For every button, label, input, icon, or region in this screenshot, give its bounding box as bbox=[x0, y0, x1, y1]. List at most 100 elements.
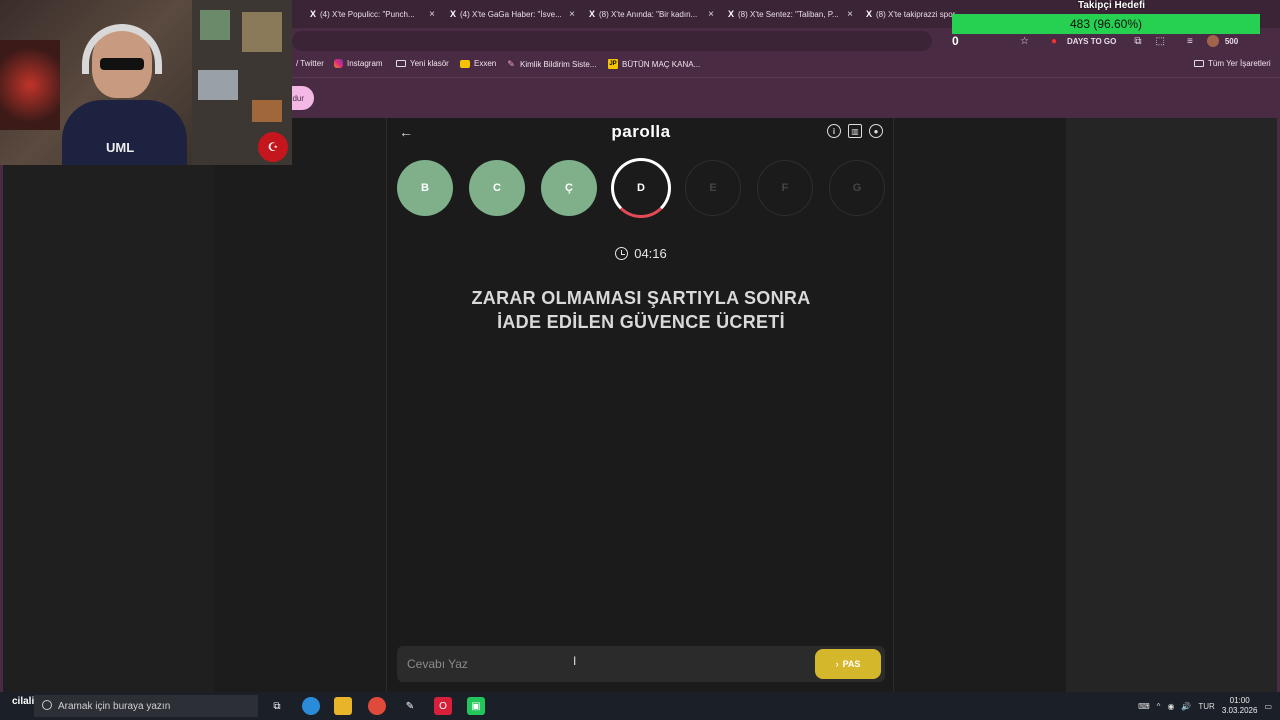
question-text: ZARAR OLMAMASI ŞARTIYLA SONRA İADE EDİLE… bbox=[427, 286, 855, 334]
answer-bar: I › PAS bbox=[397, 646, 885, 682]
person-shirt bbox=[62, 100, 187, 165]
system-tray: ⌨ ^ ◉ 🔊 TUR 01:00 3.03.2026 ▭ bbox=[1138, 692, 1280, 720]
jp-icon: JP bbox=[608, 59, 618, 69]
close-icon[interactable]: × bbox=[844, 9, 856, 20]
star-icon[interactable]: ☆ bbox=[1020, 36, 1029, 47]
clock-icon bbox=[615, 247, 629, 260]
bookmark-label: Instagram bbox=[347, 59, 383, 68]
extension-counter: 500 bbox=[1224, 36, 1239, 46]
exxen-icon bbox=[460, 59, 470, 68]
user-icon[interactable]: ● bbox=[869, 124, 883, 138]
network-icon[interactable]: ◉ bbox=[1167, 702, 1174, 711]
bookmark-mac[interactable]: JP BÜTÜN MAÇ KANA... bbox=[608, 59, 700, 69]
search-placeholder: Aramak için buraya yazın bbox=[58, 700, 171, 712]
bookmark-all[interactable]: Tüm Yer İşaretleri bbox=[1194, 59, 1271, 68]
extension-red-icon[interactable]: ● bbox=[1051, 36, 1057, 47]
bookmark-label: Tüm Yer İşaretleri bbox=[1208, 59, 1271, 68]
bookmark-label: BÜTÜN MAÇ KANA... bbox=[622, 59, 701, 69]
letter-circle: C bbox=[469, 160, 525, 216]
letter-circle: F bbox=[757, 160, 813, 216]
x-logo-icon: X bbox=[865, 9, 872, 19]
x-logo-icon: X bbox=[449, 9, 456, 19]
info-icon[interactable]: i bbox=[827, 124, 841, 138]
link-icon: ✎ bbox=[507, 58, 515, 69]
follower-goal-title: Takipçi Hedefi bbox=[1078, 0, 1146, 11]
close-icon[interactable]: × bbox=[426, 9, 438, 20]
bookmark-label: Kimlik Bildirim Siste... bbox=[520, 59, 597, 69]
background-light bbox=[0, 40, 60, 130]
x-logo-icon: X bbox=[588, 9, 595, 19]
avatar[interactable] bbox=[1206, 35, 1219, 47]
address-input[interactable] bbox=[292, 31, 932, 51]
bookmark-folder[interactable]: Yeni klasör bbox=[396, 59, 449, 68]
tab-title: (4) X'te GaGa Haber: "İsve... bbox=[460, 9, 562, 19]
bookmark-label: / Twitter bbox=[296, 59, 324, 68]
tray-time: 01:00 bbox=[1229, 696, 1250, 705]
letter-circle: B bbox=[397, 160, 453, 216]
keyboard-icon[interactable]: ⌨ bbox=[1138, 702, 1150, 711]
pass-button[interactable]: › PAS bbox=[815, 649, 881, 679]
follower-goal-value: 483 (96.60%) bbox=[1069, 17, 1143, 31]
bookmark-label: Yeni klasör bbox=[410, 59, 449, 68]
question-line: İADE EDİLEN GÜVENCE ÜCRETİ bbox=[497, 312, 785, 332]
taskbar: cilali Aramak için buraya yazın ⧉ ✎ O ▣ … bbox=[0, 692, 1280, 720]
tab-title: (4) X'te Populicc: "Punch... bbox=[320, 9, 415, 19]
notification-icon[interactable]: ▭ bbox=[1264, 702, 1272, 711]
volume-icon[interactable]: 🔊 bbox=[1181, 702, 1191, 711]
folder-icon[interactable] bbox=[334, 697, 352, 715]
chrome-icon[interactable] bbox=[368, 697, 386, 715]
tray-clock[interactable]: 01:00 3.03.2026 bbox=[1222, 696, 1258, 716]
x-logo-icon: X bbox=[309, 9, 316, 19]
browser-tab[interactable]: X (4) X'te Populicc: "Punch... × bbox=[306, 4, 438, 24]
chevron-up-icon[interactable]: ^ bbox=[1157, 702, 1161, 711]
timer: 04:16 bbox=[387, 246, 895, 261]
extension-icon[interactable]: ⧉ bbox=[1134, 36, 1141, 47]
letter-circle: E bbox=[685, 160, 741, 216]
overlay-counter: 0 bbox=[952, 34, 959, 48]
tab-title: (8) X'te Sentez: "Taliban, P... bbox=[738, 9, 839, 19]
bookmark-kimlik[interactable]: ✎ Kimlik Bildirim Siste... bbox=[506, 59, 596, 69]
game-logo: parolla bbox=[611, 122, 671, 141]
instagram-icon bbox=[334, 59, 343, 68]
days-to-go-extension[interactable]: DAYS TO GO bbox=[1067, 37, 1116, 46]
game-panel: ← parolla i ▥ ● B C Ç D E F G 04:16 ZARA… bbox=[386, 118, 894, 692]
bookmark-exxen[interactable]: Exxen bbox=[460, 59, 496, 68]
search-icon bbox=[42, 700, 52, 710]
app-red-icon[interactable]: O bbox=[434, 697, 452, 715]
taskbar-search[interactable]: Aramak için buraya yazın bbox=[34, 695, 258, 717]
tab-title: (8) X'te Anında: "Bir kadın... bbox=[599, 9, 698, 19]
browser-tab[interactable]: X (4) X'te GaGa Haber: "İsve... × bbox=[446, 4, 578, 24]
answer-input[interactable] bbox=[407, 646, 807, 682]
right-panel bbox=[1066, 118, 1280, 692]
turkish-flag: ☪ bbox=[258, 132, 288, 162]
letter-circle: Ç bbox=[541, 160, 597, 216]
pen-icon[interactable]: ✎ bbox=[401, 697, 419, 715]
corner-label: cilali bbox=[12, 696, 35, 707]
bookmark-twitter[interactable]: / Twitter bbox=[296, 59, 324, 68]
puzzle-icon[interactable]: ⬚ bbox=[1156, 36, 1165, 47]
bookmark-label: Exxen bbox=[474, 59, 497, 68]
folder-icon bbox=[396, 60, 406, 67]
chevron-right-icon: › bbox=[835, 659, 839, 669]
left-gutter bbox=[214, 118, 386, 692]
app-green-icon[interactable]: ▣ bbox=[467, 697, 485, 715]
follower-goal-bar: 483 (96.60%) bbox=[952, 14, 1260, 34]
right-gutter bbox=[894, 118, 1066, 692]
task-view-icon[interactable]: ⧉ bbox=[268, 697, 286, 715]
screen: X (4) X'te Populicc: "Punch... × X (4) X… bbox=[0, 0, 1280, 720]
browser-tab[interactable]: X (8) X'te Anında: "Bir kadın... × bbox=[585, 4, 717, 24]
webcam-overlay: UML ☪ bbox=[0, 0, 292, 165]
question-line: ZARAR OLMAMASI ŞARTIYLA SONRA bbox=[471, 288, 811, 308]
letter-circle: G bbox=[829, 160, 885, 216]
tray-date: 3.03.2026 bbox=[1221, 706, 1258, 715]
browser-tab[interactable]: X (8) X'te Sentez: "Taliban, P... × bbox=[724, 4, 856, 24]
close-icon[interactable]: × bbox=[705, 9, 717, 20]
tray-lang[interactable]: TUR bbox=[1198, 702, 1214, 711]
shirt-text: UML bbox=[106, 140, 135, 155]
close-icon[interactable]: × bbox=[566, 9, 578, 20]
left-panel bbox=[0, 118, 214, 692]
bookmark-instagram[interactable]: Instagram bbox=[334, 59, 383, 68]
copilot-icon[interactable] bbox=[302, 697, 320, 715]
stats-icon[interactable]: ▥ bbox=[848, 124, 862, 138]
menu-icon[interactable]: ≡ bbox=[1187, 36, 1193, 47]
